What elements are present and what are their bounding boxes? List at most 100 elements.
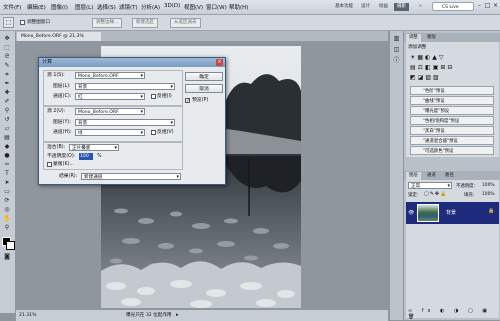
layer-opacity-value[interactable]: 100% [482, 183, 495, 188]
menu-analysis[interactable]: 分析(A) [141, 3, 160, 11]
layer-row-background[interactable]: 👁 背景 🔒 [406, 202, 499, 224]
minimize-icon[interactable]: – [476, 2, 483, 10]
preset-selective-color[interactable]: "可选颜色"预设 [410, 146, 494, 155]
menu-select[interactable]: 选择(S) [97, 3, 116, 11]
layer2-select[interactable]: 背景 [75, 119, 175, 127]
zoom-tool-icon[interactable]: ⚲ [2, 224, 12, 231]
mask-checkbox[interactable] [47, 162, 52, 167]
invert2-checkbox[interactable] [151, 130, 156, 135]
workspace-essentials[interactable]: 基本功能 [332, 3, 356, 11]
status-arrow-icon[interactable]: ▸ [176, 310, 179, 321]
preset-exposure[interactable]: "曝光度"预设 [410, 106, 494, 115]
opacity-input[interactable]: 100 [79, 153, 93, 160]
preset-hue-saturation[interactable]: "色相/饱和度"预设 [410, 116, 494, 125]
fill-label: 填充: [464, 193, 475, 198]
move-tool-icon[interactable]: ✥ [2, 35, 12, 42]
workspace-more-icon[interactable]: » [416, 3, 425, 11]
clone-stamp-tool-icon[interactable]: ⚲ [2, 107, 12, 114]
blend-select[interactable]: 正片叠底 [69, 144, 119, 152]
lock-icons[interactable]: ▢✎✥🔒 [424, 191, 447, 197]
menu-window[interactable]: 窗口(W) [206, 3, 227, 11]
tab-paths[interactable]: 路径 [442, 172, 457, 180]
quick-select-tool-icon[interactable]: ✎ [2, 62, 12, 69]
gradient-tool-icon[interactable]: ▤ [2, 134, 12, 141]
menu-image[interactable]: 图像(I) [51, 3, 68, 11]
history-brush-tool-icon[interactable]: ↺ [2, 116, 12, 123]
preset-curves[interactable]: "曲线"预设 [410, 96, 494, 105]
layer2-label: 图层(Y): [53, 120, 71, 125]
pen-tool-icon[interactable]: ✑ [2, 161, 12, 168]
brush-tool-icon[interactable]: ✐ [2, 98, 12, 105]
layer-name[interactable]: 背景 [446, 209, 456, 216]
status-bar: 21.31% 曝光只在 32 位起作用 ▸ [16, 309, 388, 321]
adjustment-icons-row3[interactable]: ◩◪▨▧ [410, 74, 441, 81]
opacity-label: 不透明度(O): [47, 154, 76, 159]
eyedropper-tool-icon[interactable]: ✒ [2, 80, 12, 87]
tab-adjustments[interactable]: 调整 [406, 34, 421, 42]
preset-channel-mixer[interactable]: "通道混合器"预设 [410, 136, 494, 145]
document-tab[interactable]: Mono_Before.ORF @ 21.3%(RGB/8*) × [17, 32, 101, 48]
new-selection-button[interactable]: 新建选区 [132, 18, 158, 28]
crop-tool-icon[interactable]: ⌗ [2, 71, 12, 78]
result-select[interactable]: 新建通道 [81, 173, 181, 181]
zoom-level[interactable]: 21.31% [19, 310, 37, 321]
refine-edge-button[interactable]: 调整边缘... [92, 18, 123, 28]
workspace-design[interactable]: 设计 [358, 3, 373, 11]
quick-mask-icon[interactable]: ◙ [2, 253, 12, 260]
menu-layer[interactable]: 图层(L) [75, 3, 93, 11]
healing-tool-icon[interactable]: ✚ [2, 89, 12, 96]
source1-select[interactable]: Mono_Before.ORF [75, 72, 145, 80]
option-checkbox[interactable] [20, 20, 25, 25]
menu-view[interactable]: 视图(V) [184, 3, 203, 11]
blur-tool-icon[interactable]: ◆ [2, 143, 12, 150]
type-tool-icon[interactable]: T [2, 170, 12, 177]
cancel-button[interactable]: 取消 [185, 84, 223, 93]
menu-help[interactable]: 帮助(H) [229, 3, 248, 11]
path-select-tool-icon[interactable]: ➤ [2, 179, 12, 186]
adjustment-icons-row1[interactable]: ☀▦◐▲▽ [410, 54, 446, 61]
lasso-tool-icon[interactable]: ᘓ [2, 53, 12, 60]
menu-3d[interactable]: 3D(D) [164, 3, 180, 9]
tab-masks[interactable]: 蒙版 [424, 34, 439, 42]
maximize-icon[interactable]: □ [484, 2, 491, 10]
ok-button[interactable]: 确定 [185, 72, 223, 81]
dodge-tool-icon[interactable]: ● [2, 152, 12, 159]
layer-blend-mode-select[interactable]: 正常 [408, 182, 452, 190]
layers-panel: 正常 不透明度: 100% 锁定: ▢✎✥🔒 填充: 100% 👁 背景 🔒 ∞… [406, 180, 499, 320]
subtract-selection-button[interactable]: 从选区减去 [170, 18, 201, 28]
workspace-photography[interactable]: 摄影 [394, 3, 409, 11]
adjustment-icons-row2[interactable]: ▤⚖◧▣⊞⊟ [410, 64, 454, 71]
layer1-select[interactable]: 背景 [75, 83, 175, 91]
tab-layers[interactable]: 图层 [406, 172, 421, 180]
eraser-tool-icon[interactable]: ▱ [2, 125, 12, 132]
shape-tool-icon[interactable]: ▭ [2, 188, 12, 195]
3d-orbit-tool-icon[interactable]: ◎ [2, 206, 12, 213]
navigator-panel-icon[interactable]: ◫ [392, 46, 401, 54]
fill-value[interactable]: 100% [482, 192, 495, 197]
preview-checkbox[interactable]: ✓ [185, 98, 190, 104]
channel1-select[interactable]: 红 [75, 93, 145, 101]
background-color-swatch[interactable] [6, 241, 15, 250]
dialog-close-icon[interactable]: × [216, 59, 223, 66]
channel2-select[interactable]: 绿 [75, 129, 145, 137]
tool-preset-icon[interactable]: ⬚ [3, 17, 14, 28]
preset-levels[interactable]: "色阶"预设 [410, 86, 494, 95]
layer-footer-icons[interactable]: ∞ fx ◐ ◑ ▢ ▣ 🗑 [408, 308, 499, 320]
visibility-eye-icon[interactable]: 👁 [408, 210, 414, 216]
adjustments-tab-bar: 调整 蒙版 [404, 33, 500, 42]
workspace-painting[interactable]: 绘画 [376, 3, 391, 11]
3d-rotate-tool-icon[interactable]: ⟳ [2, 197, 12, 204]
preset-black-white[interactable]: "黑白"预设 [410, 126, 494, 135]
source2-select[interactable]: Mono_Before.ORF [75, 108, 145, 116]
hand-tool-icon[interactable]: ✋ [2, 215, 12, 222]
menu-file[interactable]: 文件(F) [3, 3, 21, 11]
close-icon[interactable]: × [492, 2, 499, 10]
marquee-tool-icon[interactable]: ⬚ [2, 44, 12, 51]
histogram-panel-icon[interactable]: ▥ [392, 35, 401, 43]
invert1-checkbox[interactable] [151, 94, 156, 99]
menu-edit[interactable]: 编辑(E) [27, 3, 46, 11]
info-panel-icon[interactable]: ⓘ [392, 57, 401, 65]
menu-filter[interactable]: 滤镜(T) [119, 3, 138, 11]
tab-channels[interactable]: 通道 [424, 172, 439, 180]
cs-live-button[interactable]: CS Live [432, 2, 474, 11]
